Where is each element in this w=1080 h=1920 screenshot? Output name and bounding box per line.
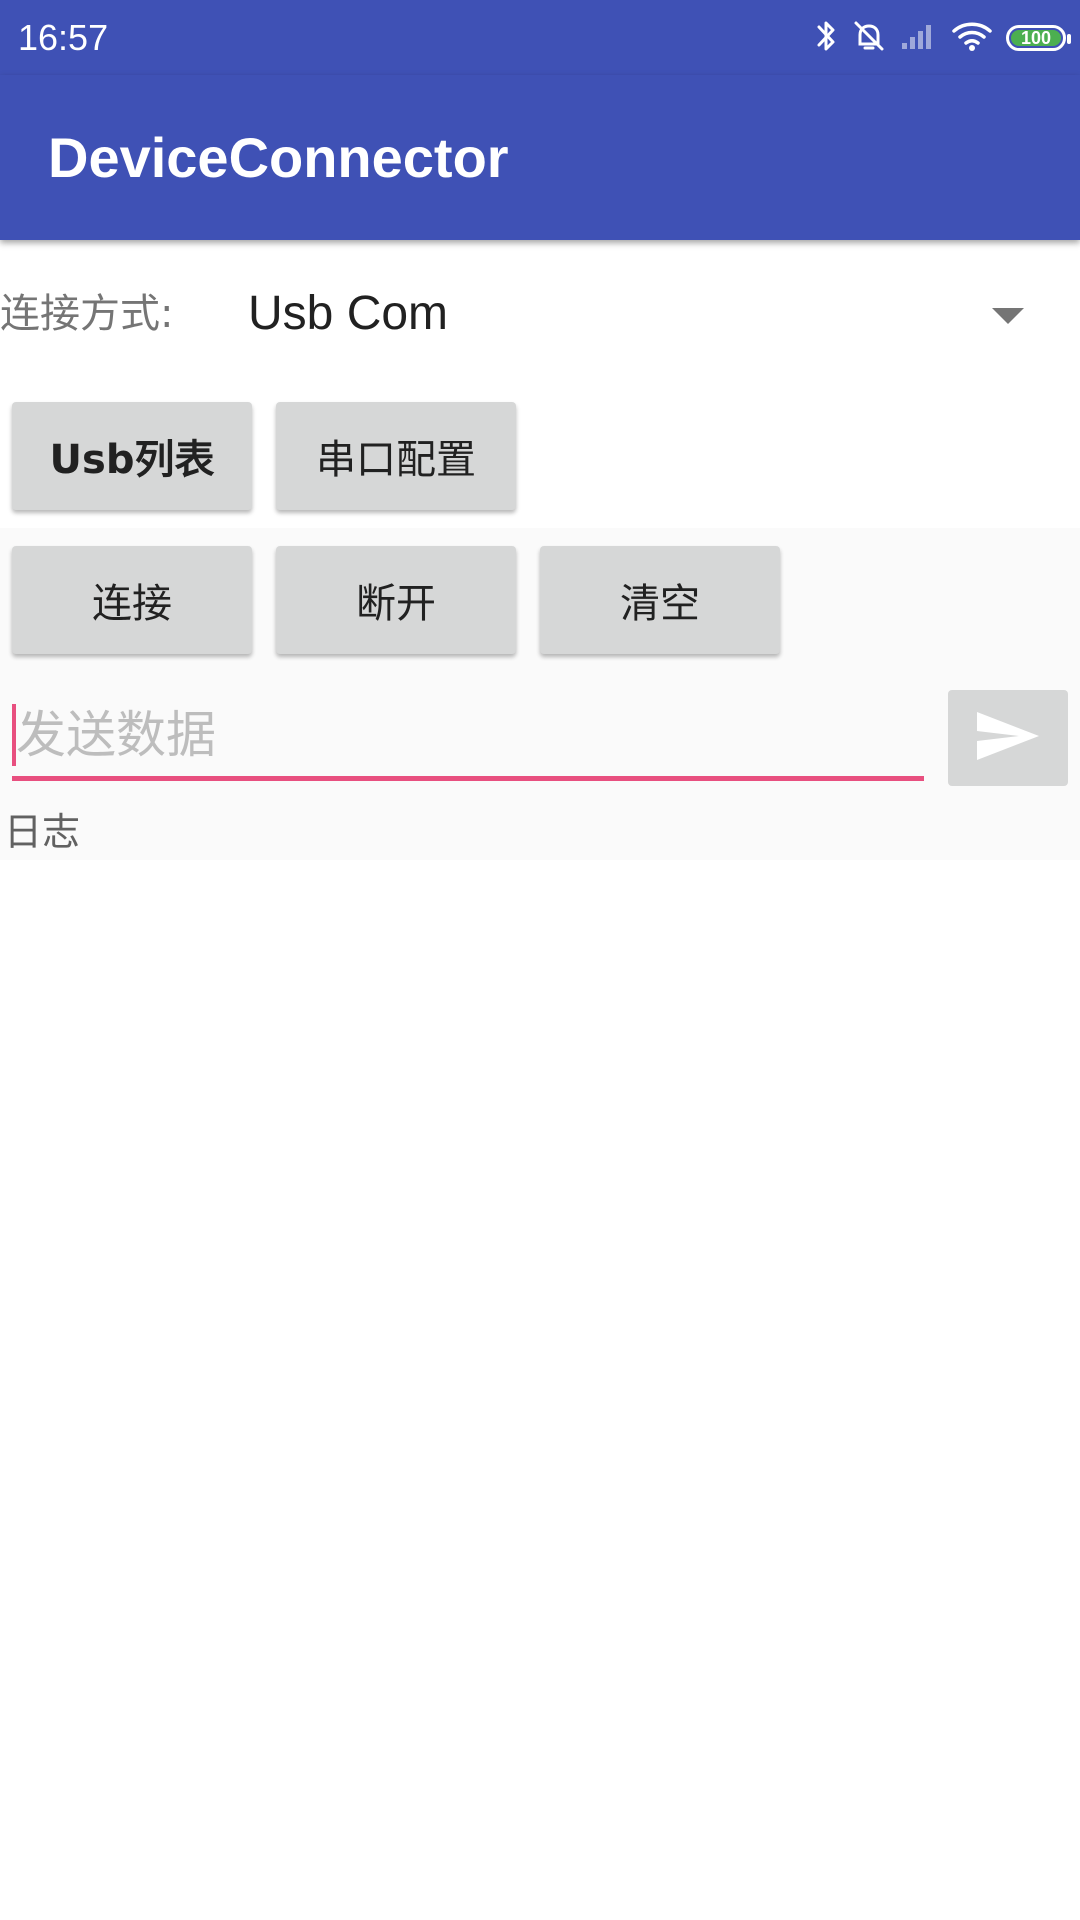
send-input-wrapper	[12, 690, 924, 786]
connect-button[interactable]: 连接	[12, 546, 252, 654]
text-cursor	[12, 704, 16, 766]
status-icons: 100	[816, 16, 1071, 60]
log-label: 日志	[4, 810, 81, 854]
connection-type-spinner[interactable]: Usb Com	[248, 284, 448, 344]
status-time: 16:57	[18, 17, 109, 58]
send-data-input[interactable]	[12, 690, 924, 780]
connection-type-label: 连接方式:	[0, 291, 174, 337]
input-underline	[12, 776, 924, 781]
wifi-icon	[952, 20, 992, 56]
battery-icon: 100	[1006, 25, 1071, 51]
app-bar: DeviceConnector	[0, 75, 1080, 240]
serial-config-button[interactable]: 串口配置	[276, 402, 516, 510]
dropdown-arrow-icon[interactable]	[992, 308, 1024, 324]
battery-level: 100	[1011, 29, 1061, 47]
clear-button[interactable]: 清空	[540, 546, 780, 654]
disconnect-button[interactable]: 断开	[276, 546, 516, 654]
battery-tip	[1067, 34, 1071, 44]
bluetooth-icon	[816, 18, 838, 58]
status-bar: 16:57 100	[0, 0, 1080, 75]
connection-type-row: 连接方式: Usb Com	[0, 250, 1080, 380]
send-icon	[975, 710, 1041, 766]
signal-icon	[900, 21, 938, 55]
mute-icon	[852, 19, 886, 57]
send-button[interactable]	[948, 690, 1068, 786]
app-title: DeviceConnector	[48, 126, 509, 189]
usb-list-button[interactable]: Usb列表	[12, 402, 252, 510]
